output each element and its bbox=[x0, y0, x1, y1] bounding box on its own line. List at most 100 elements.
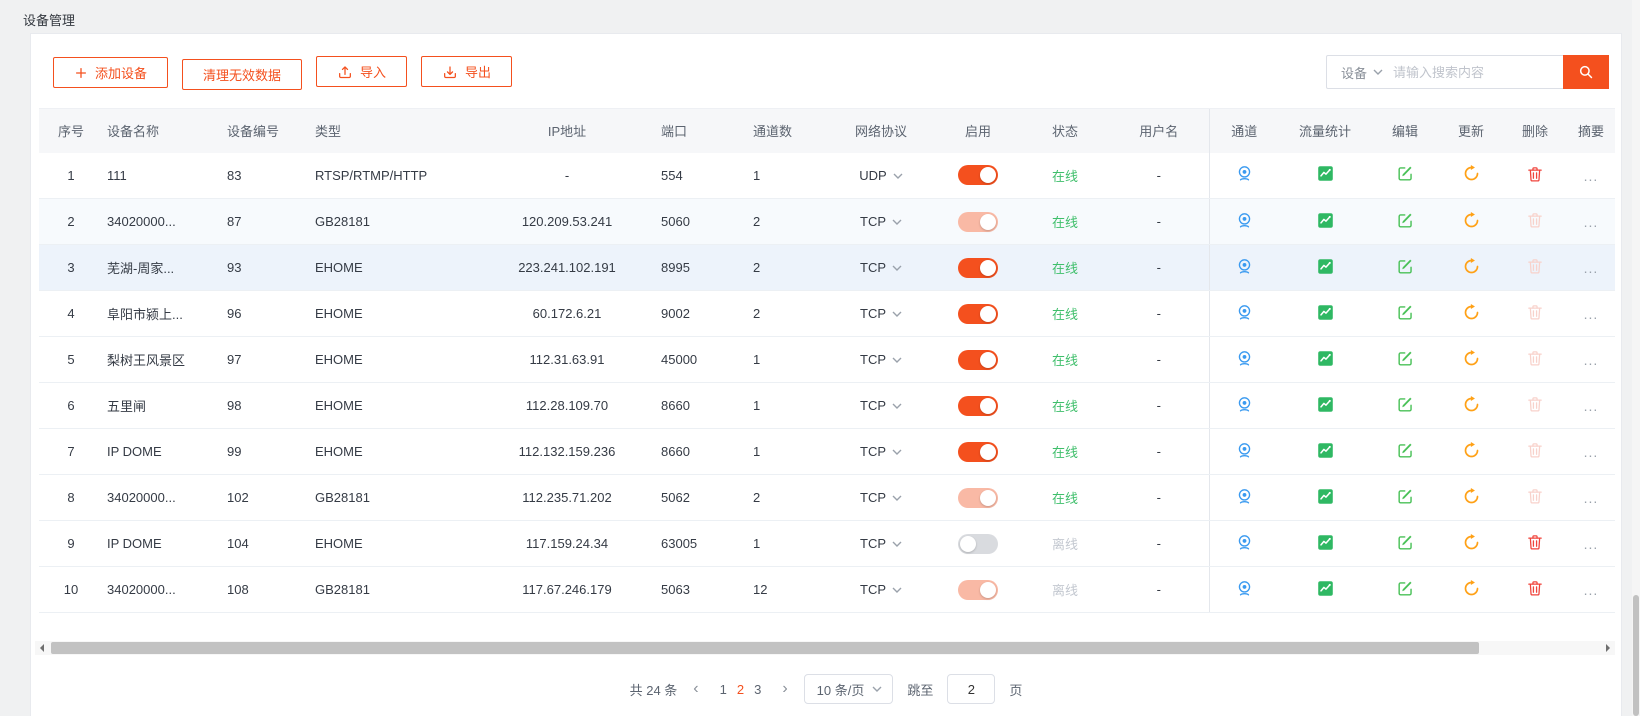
enable-toggle[interactable] bbox=[958, 165, 998, 185]
protocol-dropdown[interactable]: TCP bbox=[860, 214, 902, 229]
vertical-scroll-thumb[interactable] bbox=[1633, 595, 1639, 716]
add-device-button[interactable]: 添加设备 bbox=[53, 57, 168, 88]
more-dots-icon[interactable]: ... bbox=[1584, 536, 1599, 552]
traffic-stats-icon[interactable] bbox=[1316, 257, 1335, 279]
more-dots-icon[interactable]: ... bbox=[1584, 444, 1599, 460]
protocol-dropdown[interactable]: TCP bbox=[860, 352, 902, 367]
search-input[interactable] bbox=[1393, 57, 1563, 87]
enable-toggle[interactable] bbox=[958, 212, 998, 232]
refresh-icon[interactable] bbox=[1462, 487, 1481, 509]
edit-icon[interactable] bbox=[1396, 211, 1415, 233]
cell-protocol: TCP bbox=[827, 521, 935, 567]
edit-icon[interactable] bbox=[1396, 579, 1415, 601]
edit-icon[interactable] bbox=[1396, 441, 1415, 463]
jump-page-input[interactable] bbox=[947, 674, 995, 704]
enable-toggle[interactable] bbox=[958, 396, 998, 416]
more-dots-icon[interactable]: ... bbox=[1584, 490, 1599, 506]
enable-toggle[interactable] bbox=[958, 258, 998, 278]
refresh-icon[interactable] bbox=[1462, 164, 1481, 186]
refresh-icon[interactable] bbox=[1462, 395, 1481, 417]
cell-type: GB28181 bbox=[311, 475, 477, 521]
enable-toggle[interactable] bbox=[958, 442, 998, 462]
channel-webcam-icon[interactable] bbox=[1235, 487, 1254, 509]
page-size-select[interactable]: 10 条/页 bbox=[804, 674, 894, 704]
edit-icon[interactable] bbox=[1396, 395, 1415, 417]
search-category-select[interactable]: 设备 bbox=[1327, 63, 1393, 82]
protocol-dropdown[interactable]: TCP bbox=[860, 444, 902, 459]
enable-toggle[interactable] bbox=[958, 350, 998, 370]
cell-action-channel-webcam-icon bbox=[1209, 475, 1279, 521]
prev-page-button[interactable]: ‹ bbox=[691, 681, 700, 697]
enable-toggle[interactable] bbox=[958, 304, 998, 324]
protocol-dropdown[interactable]: TCP bbox=[860, 490, 902, 505]
traffic-stats-icon[interactable] bbox=[1316, 579, 1335, 601]
enable-toggle[interactable] bbox=[958, 534, 998, 554]
more-dots-icon[interactable]: ... bbox=[1584, 398, 1599, 414]
refresh-icon[interactable] bbox=[1462, 349, 1481, 371]
horizontal-scroll-track[interactable] bbox=[49, 641, 1601, 655]
trash-icon bbox=[1526, 395, 1544, 416]
more-dots-icon[interactable]: ... bbox=[1584, 582, 1599, 598]
trash-icon[interactable] bbox=[1526, 579, 1544, 600]
edit-icon[interactable] bbox=[1396, 303, 1415, 325]
traffic-stats-icon[interactable] bbox=[1316, 211, 1335, 233]
edit-icon[interactable] bbox=[1396, 349, 1415, 371]
clean-invalid-data-button[interactable]: 清理无效数据 bbox=[182, 59, 302, 90]
channel-webcam-icon[interactable] bbox=[1235, 164, 1254, 186]
channel-webcam-icon[interactable] bbox=[1235, 533, 1254, 555]
channel-webcam-icon[interactable] bbox=[1235, 257, 1254, 279]
edit-icon[interactable] bbox=[1396, 487, 1415, 509]
trash-icon[interactable] bbox=[1526, 165, 1544, 186]
enable-toggle[interactable] bbox=[958, 488, 998, 508]
scroll-left-arrow-icon[interactable] bbox=[35, 641, 49, 655]
traffic-stats-icon[interactable] bbox=[1316, 533, 1335, 555]
refresh-icon[interactable] bbox=[1462, 211, 1481, 233]
channel-webcam-icon[interactable] bbox=[1235, 211, 1254, 233]
refresh-icon[interactable] bbox=[1462, 579, 1481, 601]
more-dots-icon[interactable]: ... bbox=[1584, 352, 1599, 368]
protocol-dropdown[interactable]: TCP bbox=[860, 536, 902, 551]
refresh-icon[interactable] bbox=[1462, 441, 1481, 463]
page-number-3[interactable]: 3 bbox=[749, 682, 766, 697]
more-dots-icon[interactable]: ... bbox=[1584, 168, 1599, 184]
page-number-1[interactable]: 1 bbox=[715, 682, 732, 697]
protocol-dropdown[interactable]: TCP bbox=[860, 398, 902, 413]
protocol-dropdown[interactable]: TCP bbox=[860, 306, 902, 321]
traffic-stats-icon[interactable] bbox=[1316, 349, 1335, 371]
protocol-dropdown[interactable]: TCP bbox=[860, 260, 902, 275]
vertical-scrollbar[interactable] bbox=[1632, 0, 1640, 716]
export-button[interactable]: 导出 bbox=[421, 56, 512, 87]
channel-webcam-icon[interactable] bbox=[1235, 349, 1254, 371]
next-page-button[interactable]: › bbox=[780, 681, 789, 697]
enable-toggle[interactable] bbox=[958, 580, 998, 600]
channel-webcam-icon[interactable] bbox=[1235, 579, 1254, 601]
cell-enabled bbox=[935, 337, 1021, 383]
protocol-dropdown[interactable]: TCP bbox=[860, 582, 902, 597]
channel-webcam-icon[interactable] bbox=[1235, 395, 1254, 417]
page-number-2[interactable]: 2 bbox=[732, 682, 749, 697]
horizontal-scrollbar[interactable] bbox=[35, 641, 1615, 655]
traffic-stats-icon[interactable] bbox=[1316, 395, 1335, 417]
import-button[interactable]: 导入 bbox=[316, 56, 407, 87]
edit-icon[interactable] bbox=[1396, 533, 1415, 555]
protocol-dropdown[interactable]: UDP bbox=[859, 168, 902, 183]
more-dots-icon[interactable]: ... bbox=[1584, 306, 1599, 322]
horizontal-scroll-thumb[interactable] bbox=[51, 642, 1479, 654]
traffic-stats-icon[interactable] bbox=[1316, 303, 1335, 325]
edit-icon[interactable] bbox=[1396, 257, 1415, 279]
refresh-icon[interactable] bbox=[1462, 303, 1481, 325]
trash-icon[interactable] bbox=[1526, 533, 1544, 554]
edit-icon[interactable] bbox=[1396, 164, 1415, 186]
search-button[interactable] bbox=[1563, 55, 1609, 89]
more-dots-icon[interactable]: ... bbox=[1584, 260, 1599, 276]
channel-webcam-icon[interactable] bbox=[1235, 441, 1254, 463]
cell-action-edit-icon bbox=[1371, 521, 1439, 567]
more-dots-icon[interactable]: ... bbox=[1584, 214, 1599, 230]
traffic-stats-icon[interactable] bbox=[1316, 164, 1335, 186]
traffic-stats-icon[interactable] bbox=[1316, 441, 1335, 463]
scroll-right-arrow-icon[interactable] bbox=[1601, 641, 1615, 655]
refresh-icon[interactable] bbox=[1462, 533, 1481, 555]
channel-webcam-icon[interactable] bbox=[1235, 303, 1254, 325]
refresh-icon[interactable] bbox=[1462, 257, 1481, 279]
traffic-stats-icon[interactable] bbox=[1316, 487, 1335, 509]
